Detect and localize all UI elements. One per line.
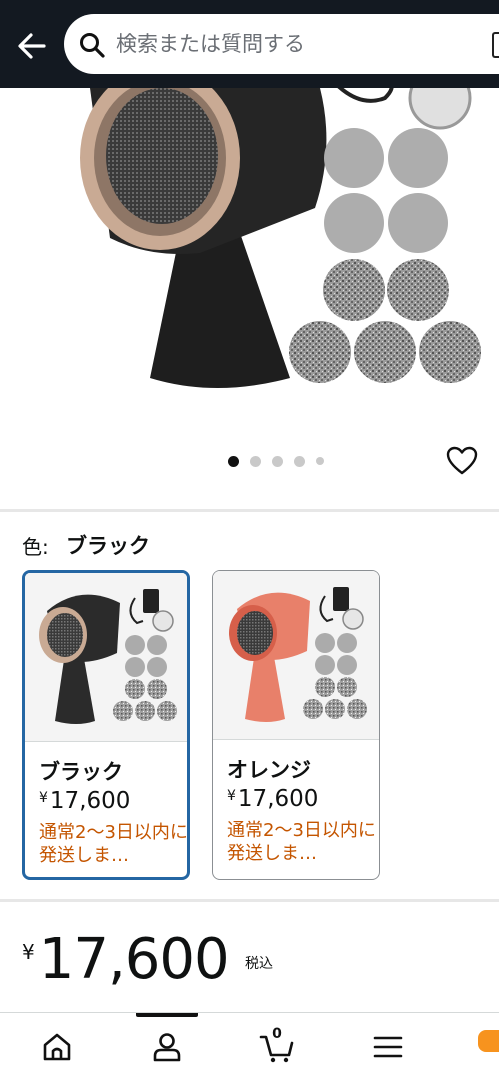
pager-dot[interactable]	[250, 455, 261, 467]
pager-dot[interactable]	[272, 455, 283, 467]
color-label: 色:	[22, 535, 49, 559]
color-option-shipping: 通常2〜3日以内に発送しま…	[227, 820, 376, 864]
price-amount: 17,600	[38, 927, 230, 992]
pager-dot[interactable]	[228, 455, 239, 467]
color-option-price-amount: 17,600	[49, 788, 131, 814]
yen-symbol: ¥	[22, 940, 35, 964]
yen-symbol: ¥	[227, 788, 236, 804]
heart-icon[interactable]	[446, 446, 478, 476]
assistant-bubble[interactable]	[478, 1030, 499, 1052]
section-divider	[0, 899, 499, 902]
color-option-image	[25, 573, 187, 741]
section-divider	[0, 509, 499, 512]
bottom-navigation: 0	[0, 1012, 499, 1080]
active-tab-indicator	[136, 1013, 198, 1017]
product-price: ¥ 17,600	[22, 927, 230, 992]
account-icon[interactable]	[149, 1029, 185, 1065]
color-option-image	[213, 571, 379, 739]
pager-dot[interactable]	[316, 457, 324, 465]
menu-icon[interactable]	[370, 1029, 406, 1065]
search-bar[interactable]	[64, 14, 499, 74]
tax-included-label: 税込	[245, 956, 273, 972]
back-button[interactable]	[12, 26, 52, 66]
cart-button[interactable]: 0	[259, 1026, 295, 1065]
product-thumbnail	[25, 573, 187, 741]
color-option-name: ブラック	[39, 760, 123, 784]
color-option-name: オレンジ	[227, 758, 311, 782]
color-option-black[interactable]: ブラック ¥17,600 通常2〜3日以内に発送しま…	[22, 570, 190, 880]
search-input[interactable]	[116, 28, 476, 60]
home-icon[interactable]	[39, 1029, 75, 1065]
color-option-orange[interactable]: オレンジ ¥17,600 通常2〜3日以内に発送しま…	[212, 570, 380, 880]
search-icon	[80, 33, 105, 58]
swatch-divider	[25, 741, 187, 742]
selected-color-value: ブラック	[66, 534, 150, 558]
color-option-price-amount: 17,600	[237, 786, 319, 812]
top-bar	[0, 0, 499, 88]
product-image-gallery[interactable]	[0, 88, 499, 438]
image-pager-dots[interactable]	[228, 455, 324, 467]
color-option-price: ¥17,600	[227, 786, 318, 812]
pager-dot[interactable]	[294, 455, 305, 467]
swatch-divider	[213, 739, 379, 740]
color-option-price: ¥17,600	[39, 788, 130, 814]
yen-symbol: ¥	[39, 790, 48, 806]
camera-scan-icon[interactable]	[492, 32, 499, 58]
product-thumbnail	[213, 571, 379, 739]
cart-count-badge: 0	[272, 1026, 282, 1042]
arrow-left-icon	[18, 33, 46, 59]
color-option-shipping: 通常2〜3日以内に発送しま…	[39, 822, 188, 866]
product-image	[80, 88, 481, 388]
